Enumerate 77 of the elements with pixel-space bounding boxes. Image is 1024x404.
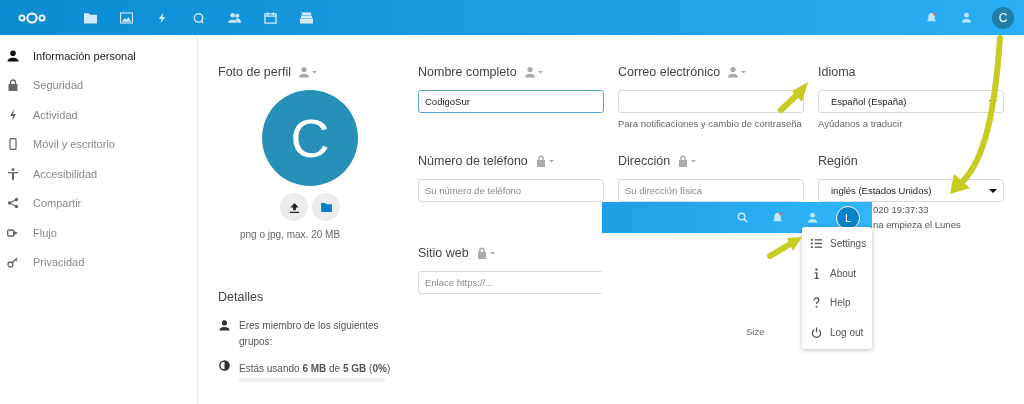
menu-item[interactable]: Log out xyxy=(802,317,872,347)
search-icon[interactable] xyxy=(191,11,205,24)
groups-text: Eres miembro de los siguientes grupos: xyxy=(239,319,380,349)
dropdown-field[interactable]: Español (España) xyxy=(818,90,1004,113)
input-field[interactable]: Su número de teléfono xyxy=(418,179,604,202)
field-label: Región xyxy=(818,154,858,168)
sidebar-item[interactable]: Actividad xyxy=(0,100,197,130)
folder-button[interactable] xyxy=(312,193,340,221)
sidebar-item[interactable]: Accesibilidad xyxy=(0,159,197,189)
user-icon xyxy=(7,49,19,62)
quota-text: Estás usando 6 MB de 5 GB (0%) xyxy=(239,363,391,374)
translate-link[interactable]: Ayúdanos a traducir xyxy=(818,118,1018,129)
user-avatar[interactable]: L xyxy=(836,205,860,230)
profile-avatar: C xyxy=(262,90,358,186)
key-icon xyxy=(7,256,19,269)
accessibility-icon xyxy=(7,167,19,180)
sidebar-item[interactable]: Móvil y escritorio xyxy=(0,129,197,159)
sidebar-item[interactable]: Compartir xyxy=(0,188,197,218)
lock-menu-icon[interactable] xyxy=(678,155,697,167)
contacts-icon[interactable] xyxy=(227,11,241,24)
photo-hint: png o jpg, max. 20 MB xyxy=(240,229,342,240)
contacts-icon[interactable] xyxy=(961,12,972,23)
notifications-icon[interactable] xyxy=(772,212,783,223)
contacts-menu-icon[interactable] xyxy=(298,66,317,78)
lock-menu-icon[interactable] xyxy=(535,155,554,167)
field-label: Sitio web xyxy=(418,246,469,260)
user-avatar[interactable]: C xyxy=(992,6,1014,29)
user-icon xyxy=(219,320,230,331)
upload-icon xyxy=(288,201,300,213)
archive-icon[interactable] xyxy=(299,11,313,24)
caret-icon xyxy=(989,188,997,193)
region-info-text: 020 19:37:33 xyxy=(873,203,930,217)
list-icon xyxy=(811,238,822,250)
dropdown-field[interactable]: inglés (Estados Unidos) xyxy=(818,179,1004,202)
menu-item[interactable]: Settings xyxy=(802,229,872,259)
annotation-arrow xyxy=(767,237,802,259)
help-icon xyxy=(811,297,822,309)
calendar-icon[interactable] xyxy=(263,11,277,24)
contacts-icon[interactable] xyxy=(807,212,818,223)
search-icon[interactable] xyxy=(737,212,748,223)
input-field[interactable] xyxy=(618,90,804,113)
menu-item[interactable]: Help xyxy=(802,288,872,318)
sidebar-item[interactable]: Privacidad xyxy=(0,247,197,277)
sidebar-item[interactable]: Seguridad xyxy=(0,70,197,100)
input-field[interactable]: Su dirección física xyxy=(618,179,804,202)
annotation-arrow xyxy=(778,82,808,113)
image-icon[interactable] xyxy=(119,11,133,24)
upload-button[interactable] xyxy=(280,193,308,221)
flow-icon xyxy=(7,226,19,239)
sidebar-item[interactable]: Información personal xyxy=(0,41,197,71)
logo-icon[interactable] xyxy=(18,11,46,24)
lock-menu-icon[interactable] xyxy=(476,247,495,259)
input-field[interactable]: Enlace https://... xyxy=(418,271,604,294)
pie-icon xyxy=(219,360,230,371)
column-header: Size xyxy=(746,326,765,337)
field-label: Número de teléfono xyxy=(418,154,528,168)
sidebar-item[interactable]: Flujo xyxy=(0,218,197,248)
folder-icon xyxy=(320,202,332,212)
share-icon xyxy=(7,197,19,210)
field-label: Correo electrónico xyxy=(618,65,721,79)
section-title: Detalles xyxy=(218,290,265,304)
section-title: Foto de perfil xyxy=(218,65,291,79)
folder-icon[interactable] xyxy=(83,11,97,24)
contacts-menu-icon[interactable] xyxy=(524,66,543,78)
field-hint: Para notificaciones y cambio de contraseña xyxy=(618,118,803,129)
lock-icon xyxy=(7,79,19,92)
power-icon xyxy=(811,326,822,338)
field-label: Dirección xyxy=(618,154,671,168)
notifications-icon[interactable] xyxy=(926,12,937,23)
field-label: Idioma xyxy=(818,65,856,79)
field-label: Nombre completo xyxy=(418,65,517,79)
contacts-menu-icon[interactable] xyxy=(728,66,747,78)
lightning-icon xyxy=(7,108,19,121)
region-info-text: na empieza el Lunes xyxy=(873,218,962,232)
input-field[interactable]: CodigoSur xyxy=(418,90,604,113)
phone-icon xyxy=(7,138,19,151)
menu-item[interactable]: About xyxy=(802,258,872,288)
